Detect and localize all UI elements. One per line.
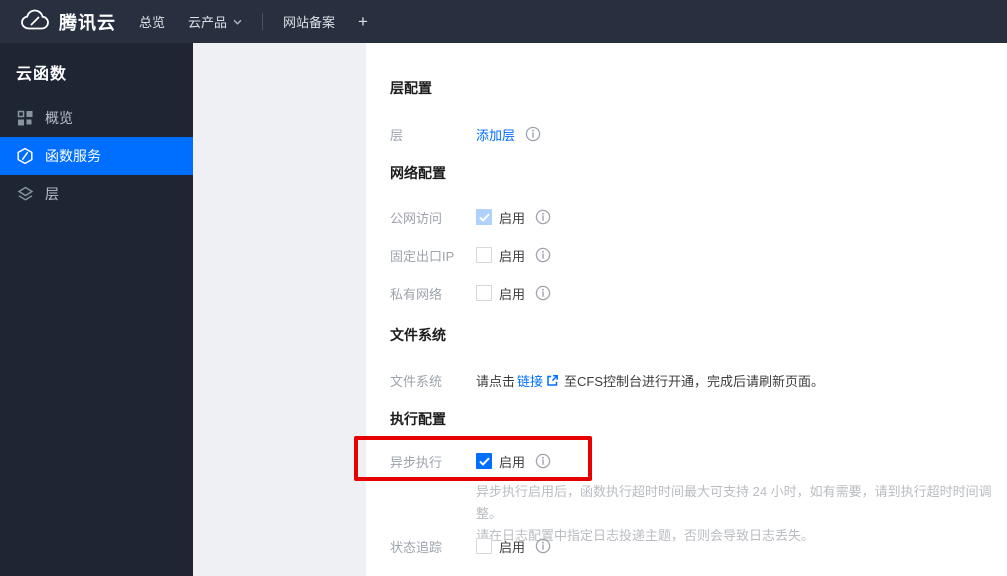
cfs-console-link[interactable]: 链接 xyxy=(517,371,543,390)
private-network-checkbox[interactable] xyxy=(476,285,492,301)
sidebar-menu: 概览 函数服务 层 xyxy=(0,99,193,213)
sidebar-item-label: 函数服务 xyxy=(45,148,101,164)
tencent-cloud-logo-icon xyxy=(20,9,50,35)
public-access-checkbox xyxy=(476,209,492,225)
status-tracking-label: 状态追踪 xyxy=(390,539,443,555)
external-link-icon xyxy=(546,374,559,387)
topnav-cloud-products[interactable]: 云产品 xyxy=(188,0,242,43)
layer-row: 层 添加层 xyxy=(390,124,541,144)
fixed-ip-label: 固定出口IP xyxy=(390,248,455,264)
info-icon[interactable] xyxy=(535,453,551,469)
sidebar-item-overview[interactable]: 概览 xyxy=(0,99,193,137)
layer-label: 层 xyxy=(390,127,404,143)
file-system-row: 文件系统 请点击 链接 至CFS控制台进行开通，完成后请刷新页面。 xyxy=(390,370,824,390)
enable-label: 启用 xyxy=(499,286,526,302)
chevron-down-icon xyxy=(233,19,242,25)
async-execution-row: 异步执行 启用 xyxy=(390,451,551,471)
fs-text-after: 至CFS控制台进行开通，完成后请刷新页面。 xyxy=(564,373,825,389)
fixed-ip-row: 固定出口IP 启用 xyxy=(390,245,551,265)
top-navigation-bar: 腾讯云 总览 云产品 网站备案 + xyxy=(0,0,1007,43)
secondary-panel xyxy=(193,43,366,576)
brand-name: 腾讯云 xyxy=(59,12,116,33)
function-config-form: 层配置 层 添加层 网络配置 公网访问 启用 固定出口IP 启用 私有网络 启用… xyxy=(366,43,1007,576)
section-heading-network-config: 网络配置 xyxy=(390,165,446,181)
async-execution-label: 异步执行 xyxy=(390,454,443,470)
async-execution-checkbox[interactable] xyxy=(476,453,492,469)
sidebar-title: 云函数 xyxy=(16,66,68,83)
sidebar-item-function-service[interactable]: 函数服务 xyxy=(0,137,193,175)
info-icon[interactable] xyxy=(525,126,541,142)
topnav-overview[interactable]: 总览 xyxy=(139,0,165,43)
sidebar-item-layers[interactable]: 层 xyxy=(0,175,193,213)
status-tracking-row: 状态追踪 启用 xyxy=(390,536,551,556)
note-line-1: 异步执行启用后，函数执行超时时间最大可支持 24 小时，如有需要，请到执行超时时… xyxy=(476,484,992,521)
public-access-row: 公网访问 启用 xyxy=(390,207,551,227)
topnav-website-beian[interactable]: 网站备案 xyxy=(283,0,335,43)
status-tracking-checkbox[interactable] xyxy=(476,538,492,554)
fs-text-before: 请点击 xyxy=(476,373,516,389)
tencent-cloud-console: 腾讯云 总览 云产品 网站备案 + 云函数 概览 函数服务 层 层配置 层 添加… xyxy=(0,0,1007,576)
brand[interactable]: 腾讯云 xyxy=(20,0,116,43)
info-icon[interactable] xyxy=(535,538,551,554)
enable-label: 启用 xyxy=(499,454,526,470)
sidebar: 云函数 概览 函数服务 层 xyxy=(0,43,193,576)
note-line-2: 请在日志配置中指定日志投递主题，否则会导致日志丢失。 xyxy=(476,528,815,543)
topnav-divider xyxy=(262,13,263,30)
section-heading-execution-config: 执行配置 xyxy=(390,411,446,427)
private-network-label: 私有网络 xyxy=(390,286,443,302)
section-heading-file-system: 文件系统 xyxy=(390,327,446,343)
layers-icon xyxy=(16,185,34,203)
info-icon[interactable] xyxy=(535,285,551,301)
add-layer-link[interactable]: 添加层 xyxy=(476,125,515,144)
info-icon[interactable] xyxy=(535,247,551,263)
topnav-add-tab-button[interactable]: + xyxy=(358,0,368,43)
public-access-label: 公网访问 xyxy=(390,210,443,226)
section-heading-layer-config: 层配置 xyxy=(390,80,432,96)
file-system-label: 文件系统 xyxy=(390,373,443,389)
grid-icon xyxy=(16,109,34,127)
fixed-ip-checkbox[interactable] xyxy=(476,247,492,263)
sidebar-item-label: 层 xyxy=(45,186,59,202)
info-icon[interactable] xyxy=(535,209,551,225)
enable-label: 启用 xyxy=(499,210,526,226)
async-execution-note: 异步执行启用后，函数执行超时时间最大可支持 24 小时，如有需要，请到执行超时时… xyxy=(476,481,1001,547)
sidebar-item-label: 概览 xyxy=(45,110,73,126)
enable-label: 启用 xyxy=(499,539,526,555)
enable-label: 启用 xyxy=(499,248,526,264)
private-network-row: 私有网络 启用 xyxy=(390,283,551,303)
function-icon xyxy=(16,147,34,165)
